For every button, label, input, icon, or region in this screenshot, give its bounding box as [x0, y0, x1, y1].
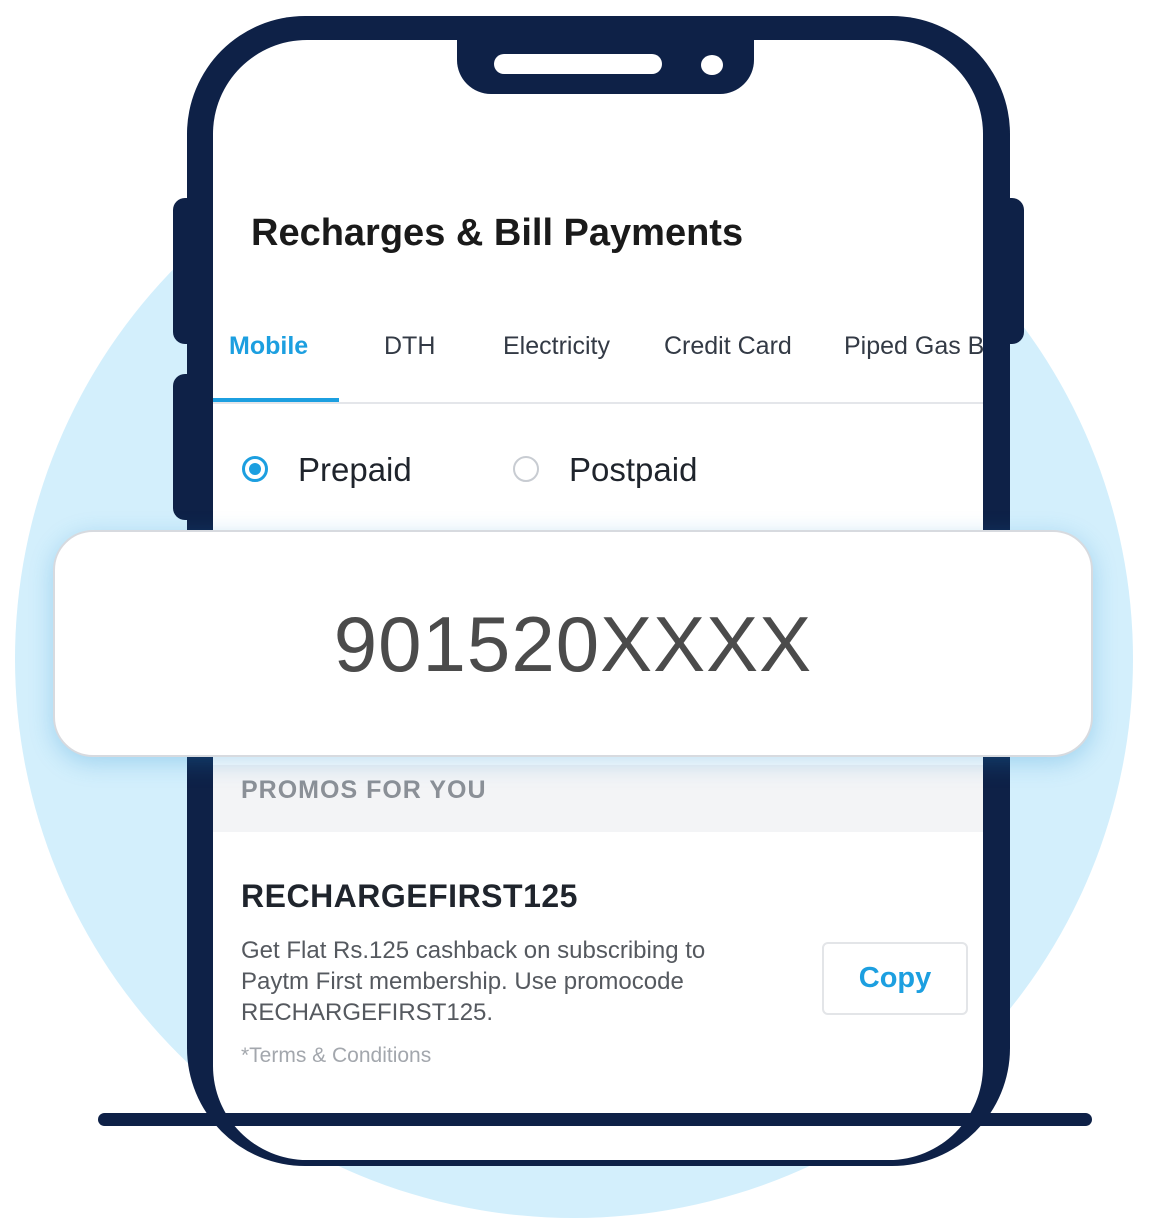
phone-speaker [494, 54, 662, 74]
page-title: Recharges & Bill Payments [251, 212, 744, 254]
tab-credit-card[interactable]: Credit Card [664, 332, 792, 402]
postpaid-label[interactable]: Postpaid [569, 451, 697, 489]
tab-electricity[interactable]: Electricity [503, 332, 610, 402]
postpaid-radio[interactable] [513, 456, 539, 482]
prepaid-label[interactable]: Prepaid [298, 451, 412, 489]
category-tabs: Mobile DTH Electricity Credit Card Piped… [213, 322, 983, 404]
tab-mobile[interactable]: Mobile [229, 332, 308, 402]
prepaid-radio[interactable] [242, 456, 268, 482]
phone-camera [701, 55, 723, 75]
tab-dth[interactable]: DTH [384, 332, 435, 402]
tab-piped-gas[interactable]: Piped Gas B [844, 332, 983, 402]
active-tab-indicator [213, 398, 339, 402]
promo-description: Get Flat Rs.125 cashback on subscribing … [241, 937, 706, 1026]
mobile-number-value: 901520XXXX [333, 600, 813, 688]
base-line [98, 1113, 1092, 1126]
promo-code: RECHARGEFIRST125 [241, 878, 578, 914]
terms-link[interactable]: *Terms & Conditions [241, 1044, 431, 1068]
promos-section-title: PROMOS FOR YOU [241, 776, 487, 804]
mobile-number-field[interactable]: 901520XXXX [53, 530, 1093, 757]
plan-type-selector: Prepaid Postpaid [213, 450, 983, 490]
copy-promo-button[interactable]: Copy [822, 942, 968, 1015]
